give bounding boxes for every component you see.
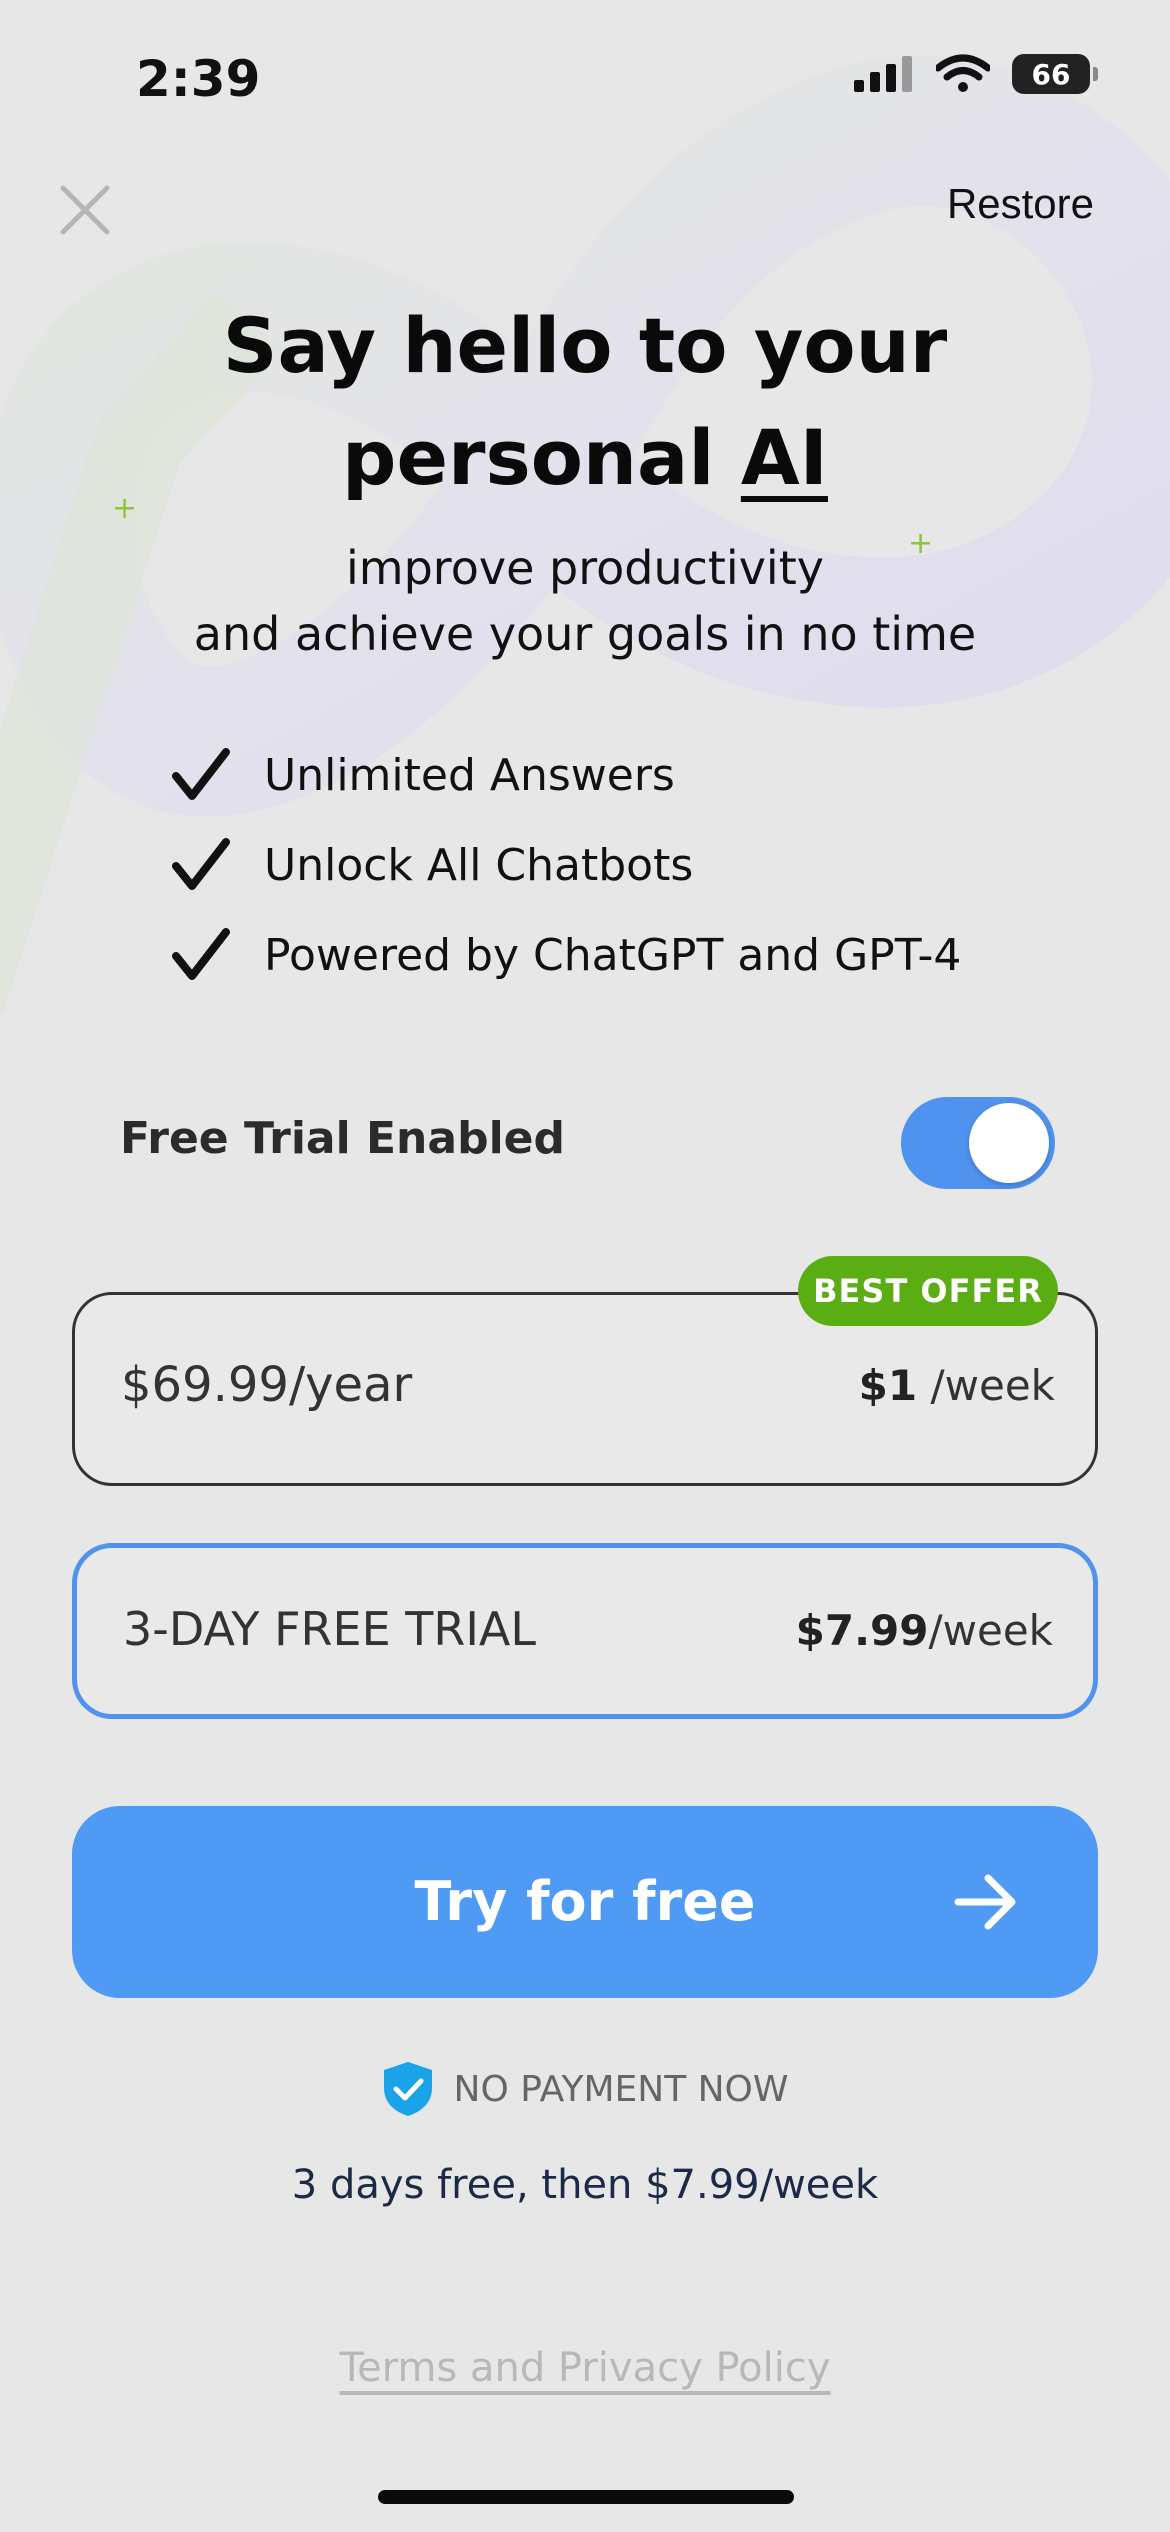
battery-level: 66 <box>1031 57 1071 91</box>
feature-item: Unlock All Chatbots <box>172 820 961 910</box>
no-payment-row: NO PAYMENT NOW <box>0 2060 1170 2118</box>
battery-icon: 66 <box>1012 54 1098 94</box>
feature-item: Powered by ChatGPT and GPT-4 <box>172 910 961 1000</box>
page-title: Say hello to your personal AI <box>0 290 1170 514</box>
home-indicator <box>378 2490 794 2504</box>
feature-label: Unlock All Chatbots <box>264 839 694 891</box>
trial-weekly-price: $7.99/week <box>796 1606 1053 1655</box>
yearly-weekly-price: $1 /week <box>859 1361 1055 1410</box>
title-highlight-ai: AI <box>740 413 828 502</box>
toggle-knob <box>969 1103 1049 1183</box>
feature-label: Unlimited Answers <box>264 749 675 801</box>
try-for-free-button[interactable]: Try for free <box>72 1806 1098 1998</box>
no-payment-text: NO PAYMENT NOW <box>453 2068 789 2110</box>
trial-plan-label: 3-DAY FREE TRIAL <box>123 1602 536 1656</box>
checkmark-icon <box>172 838 230 890</box>
restore-button[interactable]: Restore <box>947 180 1094 228</box>
best-offer-badge: BEST OFFER <box>798 1256 1058 1326</box>
status-icons: 66 <box>854 54 1098 94</box>
status-bar: 2:39 66 <box>0 40 1170 120</box>
subtitle: improve productivity and achieve your go… <box>0 535 1170 667</box>
feature-list: Unlimited Answers Unlock All Chatbots Po… <box>172 730 961 1000</box>
plan-option-weekly-trial[interactable]: 3-DAY FREE TRIAL $7.99/week <box>72 1543 1098 1719</box>
cellular-signal-icon <box>854 56 912 92</box>
wifi-icon <box>936 54 990 92</box>
close-icon[interactable] <box>55 180 115 240</box>
status-time: 2:39 <box>136 50 261 108</box>
shield-check-icon <box>383 2062 432 2116</box>
subtitle-line-1: improve productivity <box>346 541 824 595</box>
title-line-2-prefix: personal <box>342 413 715 502</box>
subtitle-line-2: and achieve your goals in no time <box>193 607 977 661</box>
title-line-2: personal AI <box>0 402 1170 514</box>
free-trial-label: Free Trial Enabled <box>120 1113 565 1164</box>
free-trial-toggle[interactable] <box>901 1097 1055 1189</box>
terms-row: Terms and Privacy Policy <box>0 2345 1170 2391</box>
trial-price-note: 3 days free, then $7.99/week <box>291 2162 879 2208</box>
trial-weekly-amount: $7.99 <box>795 1606 929 1655</box>
terms-privacy-link[interactable]: Terms and Privacy Policy <box>339 2345 830 2391</box>
yearly-weekly-amount: $1 <box>858 1361 918 1410</box>
yearly-weekly-unit: /week <box>930 1361 1055 1410</box>
cta-label: Try for free <box>414 1870 756 1933</box>
arrow-right-icon <box>954 1874 1016 1930</box>
trial-weekly-unit: /week <box>928 1606 1053 1655</box>
paywall-screen: + + 2:39 66 Restore Say hello to your pe… <box>0 0 1170 2532</box>
feature-label: Powered by ChatGPT and GPT-4 <box>264 929 962 981</box>
checkmark-icon <box>172 928 230 980</box>
title-line-1: Say hello to your <box>222 301 948 390</box>
yearly-price: $69.99/year <box>121 1357 413 1413</box>
feature-item: Unlimited Answers <box>172 730 961 820</box>
checkmark-icon <box>172 748 230 800</box>
free-trial-row: Free Trial Enabled <box>120 1095 1055 1195</box>
